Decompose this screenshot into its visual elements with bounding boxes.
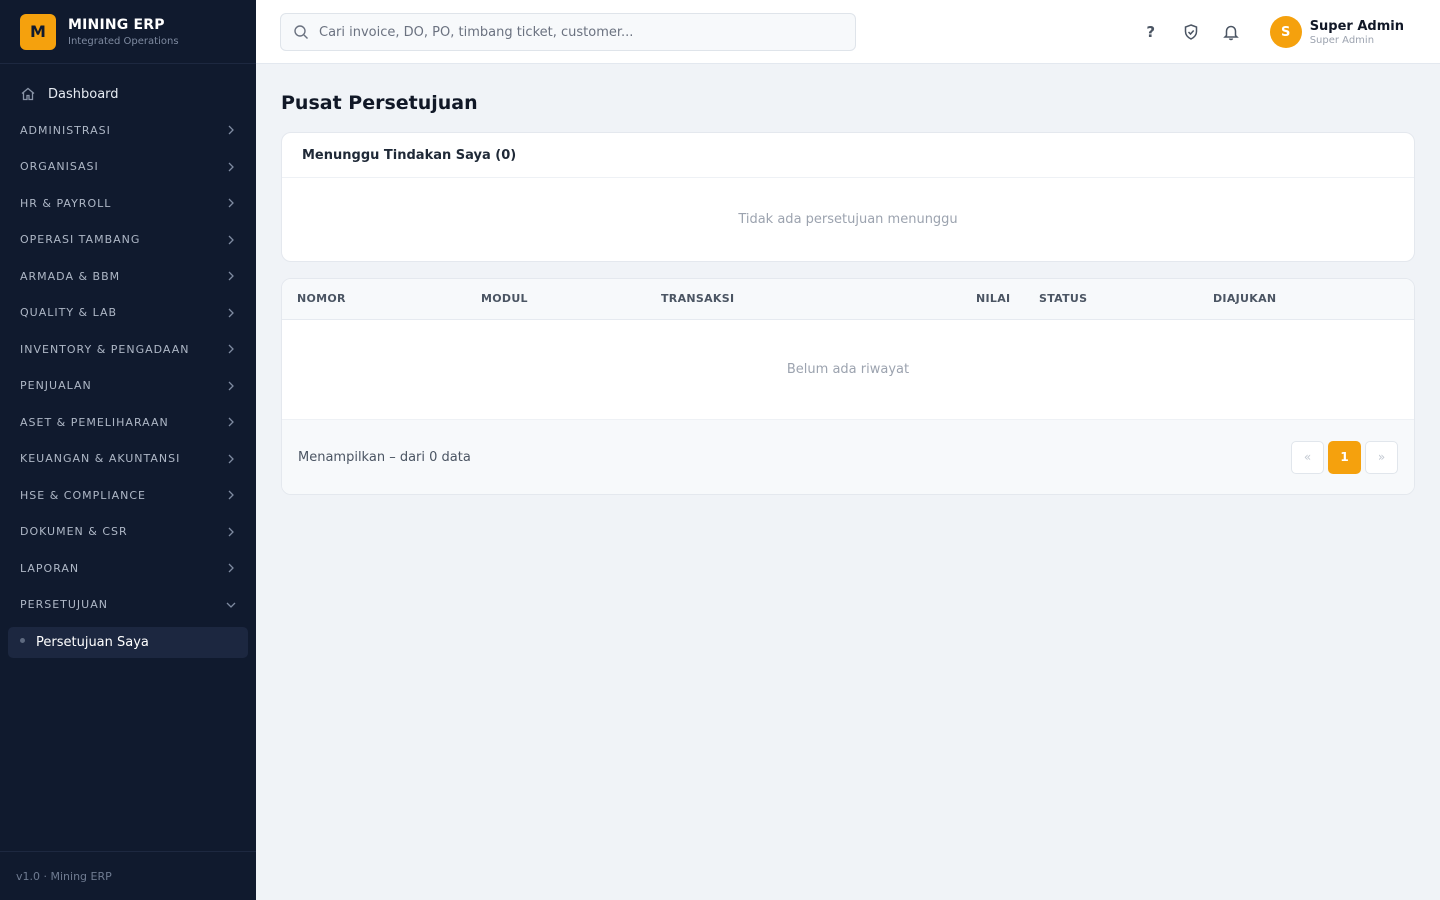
brand[interactable]: M MINING ERP Integrated Operations bbox=[0, 0, 256, 64]
sidebar-group-label: KEUANGAN & AKUNTANSI bbox=[20, 452, 181, 466]
sidebar-subitem-label: Persetujuan Saya bbox=[36, 635, 149, 650]
pagination-summary: Menampilkan – dari 0 data bbox=[298, 449, 471, 465]
avatar: S bbox=[1269, 16, 1302, 48]
sidebar: M MINING ERP Integrated Operations Dashb… bbox=[0, 0, 256, 900]
chevron-right-icon bbox=[226, 381, 236, 391]
chevron-right-icon bbox=[226, 125, 236, 135]
sidebar-group-label: HR & PAYROLL bbox=[20, 196, 112, 210]
sidebar-group-label: DOKUMEN & CSR bbox=[20, 525, 128, 539]
user-name: Super Admin bbox=[1309, 18, 1404, 34]
sidebar-footer: v1.0 · Mining ERP bbox=[0, 851, 256, 900]
pending-approvals-card: Menunggu Tindakan Saya (0) Tidak ada per… bbox=[281, 132, 1415, 262]
column-header-transaksi[interactable]: TRANSAKSI bbox=[661, 292, 734, 305]
page-title: Pusat Persetujuan bbox=[281, 92, 478, 114]
sidebar-group-label: QUALITY & LAB bbox=[20, 306, 118, 320]
sidebar-nav: Dashboard ADMINISTRASI ORGANISASI HR & P… bbox=[0, 64, 256, 658]
sidebar-group-label: PERSETUJUAN bbox=[20, 598, 108, 612]
brand-name: MINING ERP bbox=[68, 16, 165, 33]
chevron-right-icon bbox=[226, 490, 236, 500]
pagination: « 1 » bbox=[1287, 440, 1398, 474]
pagination-next-button[interactable]: » bbox=[1365, 440, 1398, 474]
sidebar-group-laporan[interactable]: LAPORAN bbox=[0, 550, 256, 587]
chevron-right-icon bbox=[226, 271, 236, 281]
column-header-diajukan[interactable]: DIAJUKAN bbox=[1213, 292, 1276, 305]
chevron-right-icon bbox=[226, 344, 236, 354]
search-box[interactable] bbox=[280, 13, 856, 51]
chevron-right-icon bbox=[226, 417, 236, 427]
sidebar-group-hr-payroll[interactable]: HR & PAYROLL bbox=[0, 185, 256, 222]
brand-subtitle: Integrated Operations bbox=[68, 35, 179, 47]
sidebar-group-keuangan-akuntansi[interactable]: KEUANGAN & AKUNTANSI bbox=[0, 441, 256, 478]
chevron-right-icon bbox=[226, 308, 236, 318]
help-icon[interactable]: ? bbox=[1140, 21, 1162, 43]
sidebar-group-armada-bbm[interactable]: ARMADA & BBM bbox=[0, 258, 256, 295]
pending-approvals-title: Menunggu Tindakan Saya (0) bbox=[282, 133, 1414, 178]
sidebar-group-persetujuan[interactable]: PERSETUJUAN bbox=[0, 587, 256, 624]
sidebar-group-penjualan[interactable]: PENJUALAN bbox=[0, 368, 256, 405]
brand-logo: M bbox=[20, 13, 56, 50]
sidebar-item-dashboard[interactable]: Dashboard bbox=[0, 76, 256, 112]
sidebar-group-aset-pemeliharaan[interactable]: ASET & PEMELIHARAAN bbox=[0, 404, 256, 441]
chevron-right-icon bbox=[226, 235, 236, 245]
sidebar-group-operasi-tambang[interactable]: OPERASI TAMBANG bbox=[0, 222, 256, 259]
sidebar-group-label: LAPORAN bbox=[20, 561, 80, 575]
sidebar-group-label: INVENTORY & PENGADAAN bbox=[20, 342, 190, 356]
shield-check-icon[interactable] bbox=[1180, 21, 1202, 43]
sidebar-group-quality-lab[interactable]: QUALITY & LAB bbox=[0, 295, 256, 332]
sidebar-group-administrasi[interactable]: ADMINISTRASI bbox=[0, 112, 256, 149]
user-role: Super Admin bbox=[1309, 34, 1375, 46]
sidebar-group-label: ASET & PEMELIHARAAN bbox=[20, 415, 169, 429]
sidebar-group-label: PENJUALAN bbox=[20, 379, 92, 393]
chevron-right-icon bbox=[226, 198, 236, 208]
column-header-modul[interactable]: MODUL bbox=[481, 292, 528, 305]
column-header-status[interactable]: STATUS bbox=[1039, 292, 1087, 305]
chevron-right-icon bbox=[226, 563, 236, 573]
pagination-page-button[interactable]: 1 bbox=[1328, 440, 1361, 474]
bullet-icon bbox=[20, 638, 25, 643]
bell-icon[interactable] bbox=[1220, 21, 1242, 43]
chevron-right-icon bbox=[226, 527, 236, 537]
chevron-right-icon bbox=[226, 454, 236, 464]
chevron-right-icon bbox=[226, 162, 236, 172]
sidebar-group-label: OPERASI TAMBANG bbox=[20, 233, 141, 247]
sidebar-group-label: ORGANISASI bbox=[20, 160, 99, 174]
approval-history-table: NOMOR MODUL TRANSAKSI NILAI STATUS DIAJU… bbox=[281, 278, 1415, 495]
column-header-nomor[interactable]: NOMOR bbox=[297, 292, 346, 305]
sidebar-item-persetujuan-saya[interactable]: Persetujuan Saya bbox=[8, 627, 248, 658]
search-icon bbox=[294, 25, 308, 39]
table-footer: Menampilkan – dari 0 data « 1 » bbox=[282, 420, 1414, 494]
pending-approvals-empty: Tidak ada persetujuan menunggu bbox=[738, 212, 958, 227]
sidebar-group-label: HSE & COMPLIANCE bbox=[20, 488, 146, 502]
sidebar-group-label: ARMADA & BBM bbox=[20, 269, 121, 283]
column-header-nilai[interactable]: NILAI bbox=[976, 292, 1010, 305]
sidebar-group-inventory-pengadaan[interactable]: INVENTORY & PENGADAAN bbox=[0, 331, 256, 368]
search-input[interactable] bbox=[319, 24, 839, 40]
sidebar-item-dashboard-label: Dashboard bbox=[48, 86, 119, 102]
sidebar-group-hse-compliance[interactable]: HSE & COMPLIANCE bbox=[0, 477, 256, 514]
chevron-down-icon bbox=[226, 600, 236, 610]
sidebar-group-organisasi[interactable]: ORGANISASI bbox=[0, 149, 256, 186]
home-icon bbox=[21, 87, 35, 101]
table-empty-state: Belum ada riwayat bbox=[282, 320, 1414, 420]
sidebar-group-label: ADMINISTRASI bbox=[20, 123, 111, 137]
main-content: Pusat Persetujuan Menunggu Tindakan Saya… bbox=[281, 64, 1415, 495]
topbar: ? S Super Admin Super Admin bbox=[256, 0, 1440, 64]
pagination-prev-button[interactable]: « bbox=[1291, 440, 1324, 474]
topbar-actions: ? S Super Admin Super Admin bbox=[1140, 0, 1440, 64]
sidebar-group-dokumen-csr[interactable]: DOKUMEN & CSR bbox=[0, 514, 256, 551]
table-header: NOMOR MODUL TRANSAKSI NILAI STATUS DIAJU… bbox=[282, 279, 1414, 320]
user-menu[interactable]: S Super Admin Super Admin bbox=[1269, 16, 1404, 48]
